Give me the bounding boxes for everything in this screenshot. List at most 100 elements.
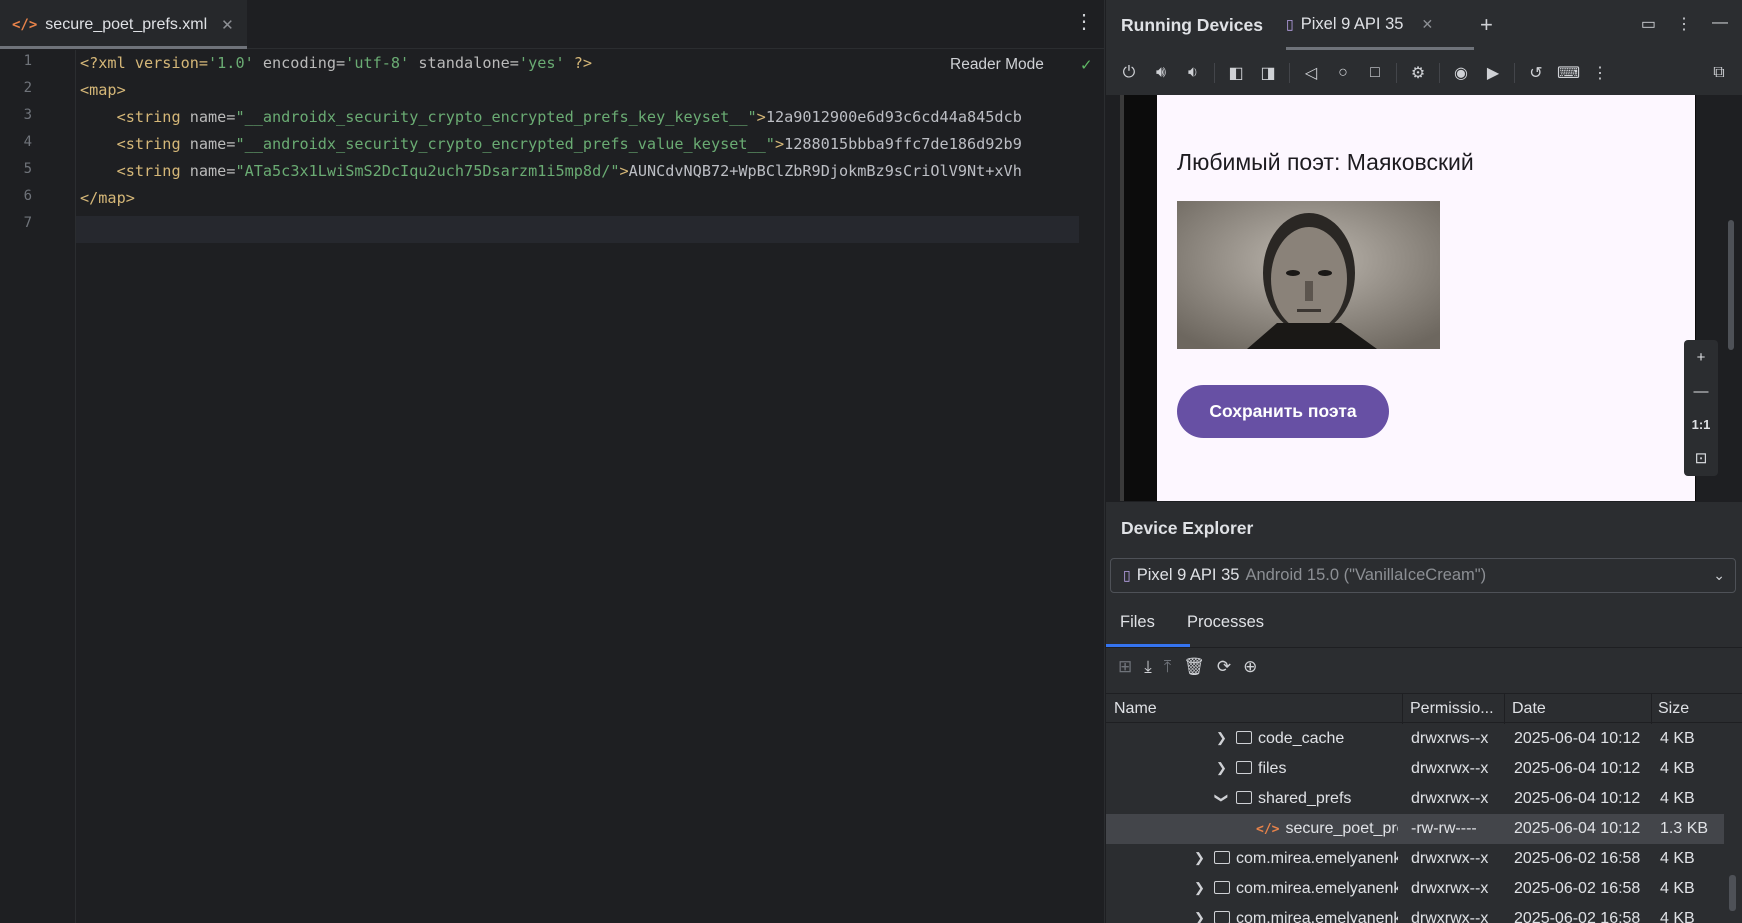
line-number: 7 [23,215,32,231]
reset-icon[interactable]: ↺ [1525,63,1547,83]
file-date: 2025-06-04 10:12 [1514,730,1641,747]
device-scrollbar[interactable] [1728,220,1734,350]
folder-icon [1214,911,1230,923]
file-name-text: com.mirea.emelyanenko [1236,880,1398,897]
keyboard-icon[interactable]: ⌨ [1557,63,1580,83]
zoom-in-icon[interactable]: + [1697,349,1706,366]
volume-down-icon[interactable]: 🔉︎ [1182,64,1204,82]
file-name: com.mirea.emelyanenko [1214,850,1398,868]
favorite-poet-text: Любимый поэт: Маяковский [1177,149,1474,175]
line-number: 1 [23,53,32,69]
xml-value: '1.0' [208,54,254,72]
table-row[interactable]: ❯ com.mirea.emelyanenko drwxrwx--x 2025-… [1106,844,1724,874]
rotate-right-icon[interactable]: ◨ [1257,63,1279,83]
table-row[interactable]: ❯ com.mirea.emelyanenko drwxrwx--x 2025-… [1106,904,1724,923]
table-row[interactable]: ❯ shared_prefs drwxrwx--x 2025-06-04 10:… [1106,784,1724,814]
zoom-fit-icon[interactable]: ⊡ [1695,449,1708,467]
file-table: Name Permissio... Date Size ❯ code_cache… [1106,693,1742,923]
file-size: 4 KB [1660,850,1695,867]
device-tab-pixel9[interactable]: ▯ Pixel 9 API 35 ✕ [1286,15,1433,34]
code-line-1: <?xml version='1.0' encoding='utf-8' sta… [80,50,592,77]
column-size[interactable]: Size [1658,700,1689,718]
delete-icon[interactable]: 🗑︎ [1183,657,1205,677]
tab-processes[interactable]: Processes [1187,613,1264,632]
back-icon[interactable]: ◁ [1300,63,1322,83]
chevron-right-icon[interactable]: ❯ [1216,730,1227,746]
close-icon[interactable]: ✕ [221,16,234,34]
table-row[interactable]: ❯ files drwxrwx--x 2025-06-04 10:12 4 KB [1106,754,1724,784]
window-controls: ▭ ⋮ — [1641,14,1728,34]
mirror-icon[interactable]: ⧉ [1708,64,1730,82]
table-row[interactable]: ❯ com.mirea.emelyanenko drwxrwx--x 2025-… [1106,874,1724,904]
screen-record-icon[interactable]: ▶ [1482,63,1504,83]
column-name[interactable]: Name [1114,700,1157,718]
more-vertical-icon[interactable]: ⋮ [1676,14,1692,34]
locate-icon[interactable]: ⊕ [1243,657,1257,677]
sync-icon[interactable]: ⟳ [1217,657,1231,677]
upload-icon[interactable]: ⤒ [1164,657,1172,677]
file-name-text: files [1258,760,1287,777]
chevron-down-icon[interactable]: ❯ [1213,793,1229,804]
add-device-icon[interactable]: + [1480,12,1493,38]
device-settings-icon[interactable]: ⚙ [1407,63,1429,83]
file-size: 4 KB [1660,910,1695,923]
panel-divider[interactable] [1106,501,1742,502]
xml-value: 'utf-8' [345,54,410,72]
toolbar-divider [1289,63,1290,83]
column-divider[interactable] [1402,694,1403,724]
file-name-text: secure_poet_prefs.xml [1285,820,1398,837]
download-icon[interactable]: ⤓ [1144,657,1152,677]
inspection-ok-icon[interactable]: ✓ [1080,56,1093,74]
rotate-left-icon[interactable]: ◧ [1225,63,1247,83]
editor-tab-secure-poet-prefs[interactable]: </> secure_poet_prefs.xml ✕ [0,0,247,49]
toolbar-divider [1396,63,1397,83]
xml-file-icon: </> [1256,822,1280,837]
column-divider[interactable] [1504,694,1505,724]
file-table-scrollbar[interactable] [1729,875,1736,911]
xml-value: 'yes' [518,54,565,72]
new-folder-icon[interactable]: ⊞ [1118,657,1132,677]
file-date: 2025-06-04 10:12 [1514,820,1641,837]
more-vertical-icon[interactable]: ⋮ [1074,12,1094,32]
column-divider[interactable] [1651,694,1652,724]
device-explorer-title: Device Explorer [1121,518,1254,538]
chevron-right-icon[interactable]: ❯ [1194,910,1205,923]
device-screen[interactable]: Любимый поэт: Маяковский Сохранить поэта [1157,95,1695,501]
table-row[interactable]: ❯ code_cache drwxrws--x 2025-06-04 10:12… [1106,724,1724,754]
file-name: com.mirea.emelyanenko [1214,910,1398,923]
zoom-out-icon[interactable]: — [1694,383,1709,400]
reader-mode-button[interactable]: Reader Mode [950,56,1044,74]
power-icon[interactable]: ⏻ [1118,64,1140,82]
overview-icon[interactable]: □ [1364,64,1386,82]
device-selector[interactable]: ▯ Pixel 9 API 35 Android 15.0 ("VanillaI… [1110,558,1736,593]
zoom-actual-size-button[interactable]: 1:1 [1692,417,1711,432]
file-toolbar: ⊞ ⤓ ⤒ 🗑︎ ⟳ ⊕ [1118,657,1257,677]
chevron-right-icon[interactable]: ❯ [1194,850,1205,866]
poet-photo [1177,201,1440,349]
folder-icon [1236,761,1252,774]
close-icon[interactable]: ✕ [1421,16,1433,33]
minimize-icon[interactable]: — [1712,14,1728,34]
xml-attr: standalone= [409,54,519,72]
screenshot-icon[interactable]: ◉ [1450,63,1472,83]
toolbar-divider [1514,63,1515,83]
chevron-right-icon[interactable]: ❯ [1194,880,1205,896]
xml-tag: <map> [80,81,126,99]
layout-icon[interactable]: ▭ [1641,14,1656,34]
home-icon[interactable]: ○ [1332,64,1354,82]
line-number: 2 [23,80,32,96]
save-poet-button[interactable]: Сохранить поэта [1177,385,1389,438]
xml-tag: <string [116,108,181,126]
column-date[interactable]: Date [1512,700,1546,718]
volume-up-icon[interactable]: 🔊︎ [1150,64,1172,82]
column-permissions[interactable]: Permissio... [1410,700,1494,718]
file-name: shared_prefs [1236,790,1398,808]
more-vertical-icon[interactable]: ⋮ [1589,63,1611,83]
file-date: 2025-06-04 10:12 [1514,760,1641,777]
xml-decl: <?xml version= [80,54,209,72]
chevron-right-icon[interactable]: ❯ [1216,760,1227,776]
tab-files[interactable]: Files [1120,613,1155,632]
table-row-selected[interactable]: </> secure_poet_prefs.xml -rw-rw---- 2025… [1106,814,1724,844]
